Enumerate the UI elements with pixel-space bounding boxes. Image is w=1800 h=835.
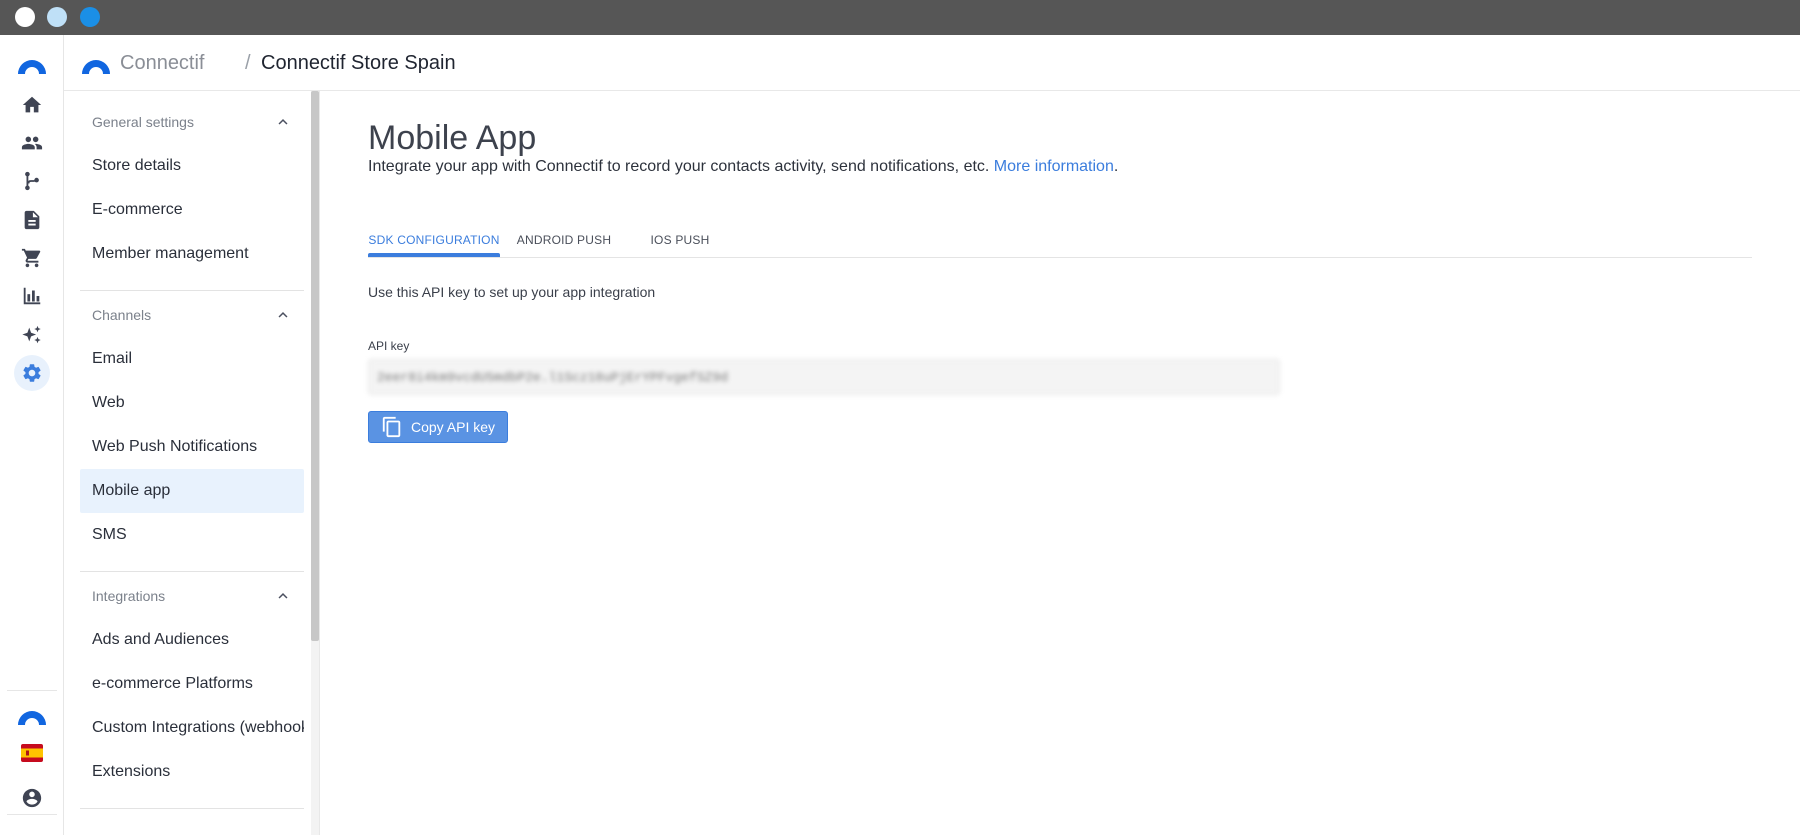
nav-divider bbox=[80, 290, 304, 291]
rail-workflows[interactable] bbox=[14, 163, 50, 199]
breadcrumb-separator: / bbox=[245, 52, 251, 74]
connectif-logo-icon[interactable] bbox=[80, 54, 112, 74]
connectif-logo-icon[interactable] bbox=[16, 54, 48, 74]
breadcrumb-store[interactable]: Connectif Store Spain bbox=[261, 52, 456, 75]
content-icon bbox=[24, 210, 40, 230]
helper-text: Use this API key to set up your app inte… bbox=[368, 284, 656, 300]
tab-android-push[interactable]: ANDROID PUSH bbox=[500, 222, 628, 258]
sidebar-item-email[interactable]: Email bbox=[80, 337, 304, 381]
sidebar-item-sms[interactable]: SMS bbox=[80, 513, 304, 557]
copy-button-label: Copy API key bbox=[411, 419, 496, 435]
rail-home[interactable] bbox=[14, 87, 50, 123]
sidebar-item-store-details[interactable]: Store details bbox=[80, 144, 304, 188]
chevron-up-icon bbox=[278, 119, 288, 125]
spain-flag-icon[interactable] bbox=[21, 742, 43, 764]
sidebar-item-web[interactable]: Web bbox=[80, 381, 304, 425]
rail-ai[interactable] bbox=[14, 317, 50, 353]
section-header-integrations[interactable]: Integrations bbox=[80, 574, 304, 618]
rail-content[interactable] bbox=[14, 202, 50, 238]
sidebar-item-web-push[interactable]: Web Push Notifications bbox=[80, 425, 304, 469]
ai-sparkle-icon bbox=[22, 325, 41, 344]
cart-icon bbox=[21, 248, 41, 268]
nav-divider bbox=[80, 808, 304, 809]
page-title: Mobile App bbox=[368, 119, 537, 157]
sidebar-scrollbar-thumb[interactable] bbox=[311, 91, 319, 641]
rail-account[interactable] bbox=[14, 780, 50, 816]
sidebar-item-ads-audiences[interactable]: Ads and Audiences bbox=[80, 618, 304, 662]
main-content: Mobile App Integrate your app with Conne… bbox=[320, 91, 1800, 835]
tab-ios-push[interactable]: IOS PUSH bbox=[628, 222, 732, 258]
sidebar-item-ecommerce-platforms[interactable]: e-commerce Platforms bbox=[80, 662, 304, 706]
sidebar-item-custom-integrations[interactable]: Custom Integrations (webhooks) bbox=[80, 706, 304, 750]
brand-name[interactable]: Connectif bbox=[120, 52, 205, 75]
account-icon bbox=[22, 788, 42, 808]
active-tab-indicator bbox=[368, 253, 500, 257]
settings-sidebar: General settings Store details E-commerc… bbox=[64, 91, 320, 835]
more-information-link[interactable]: More information bbox=[994, 158, 1114, 175]
sidebar-item-member-management[interactable]: Member management bbox=[80, 232, 304, 276]
rail-store[interactable] bbox=[14, 240, 50, 276]
chevron-up-icon bbox=[278, 593, 288, 599]
section-title: Integrations bbox=[92, 588, 166, 604]
section-title: Channels bbox=[92, 307, 152, 323]
chevron-up-icon bbox=[278, 312, 288, 318]
page-description: Integrate your app with Connectif to rec… bbox=[368, 158, 1118, 176]
window-titlebar bbox=[0, 0, 1800, 35]
window-maximize-button[interactable] bbox=[80, 7, 100, 27]
description-end: . bbox=[1113, 158, 1119, 175]
workflow-icon bbox=[25, 171, 39, 191]
home-icon bbox=[22, 96, 42, 113]
window-close-button[interactable] bbox=[15, 7, 35, 27]
section-header-channels[interactable]: Channels bbox=[80, 293, 304, 337]
connectif-logo-icon[interactable] bbox=[16, 705, 48, 725]
rail-analytics[interactable] bbox=[14, 278, 50, 314]
top-header: Connectif / Connectif Store Spain bbox=[64, 35, 1800, 91]
rail-contacts[interactable] bbox=[14, 125, 50, 161]
sidebar-item-mobile-app[interactable]: Mobile app bbox=[80, 469, 304, 513]
rail-settings[interactable] bbox=[14, 355, 50, 391]
copy-icon bbox=[382, 416, 401, 438]
tab-bar: SDK CONFIGURATION ANDROID PUSH IOS PUSH bbox=[368, 222, 1752, 258]
sidebar-item-ecommerce[interactable]: E-commerce bbox=[80, 188, 304, 232]
analytics-icon bbox=[23, 287, 41, 305]
contacts-icon bbox=[21, 136, 43, 150]
nav-divider bbox=[80, 571, 304, 572]
api-key-label: API key bbox=[368, 339, 410, 353]
copy-api-key-button[interactable]: Copy API key bbox=[368, 411, 508, 443]
api-key-field[interactable] bbox=[368, 359, 1280, 395]
app-rail bbox=[0, 35, 64, 835]
section-header-general[interactable]: General settings bbox=[80, 100, 304, 144]
sidebar-item-extensions[interactable]: Extensions bbox=[80, 750, 304, 794]
section-title: General settings bbox=[92, 114, 194, 130]
settings-gear-icon bbox=[23, 364, 41, 382]
description-text: Integrate your app with Connectif to rec… bbox=[368, 158, 994, 175]
window-minimize-button[interactable] bbox=[47, 7, 67, 27]
